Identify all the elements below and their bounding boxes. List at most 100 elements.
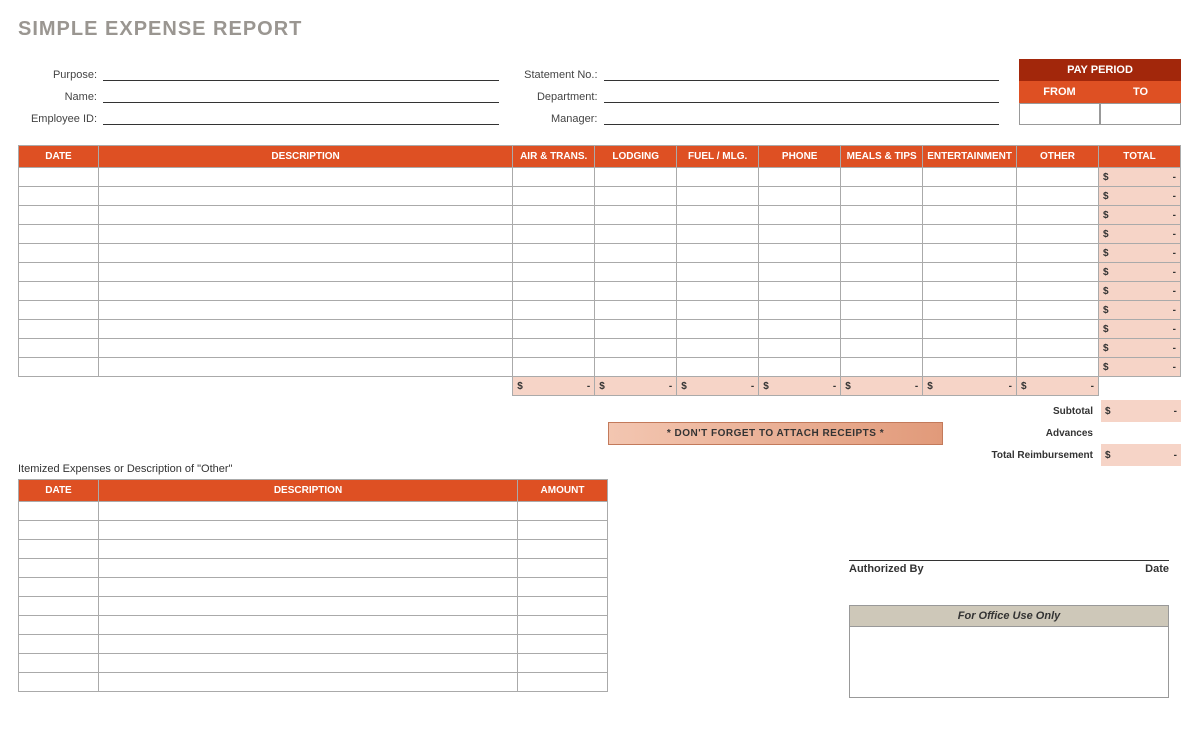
item-cell[interactable] <box>518 502 608 521</box>
item-cell[interactable] <box>19 502 99 521</box>
main-cell[interactable] <box>1017 339 1099 358</box>
main-cell[interactable] <box>759 358 841 377</box>
info-input-left-2[interactable] <box>103 109 499 125</box>
info-input-right-1[interactable] <box>604 87 1000 103</box>
main-cell[interactable] <box>595 320 677 339</box>
item-cell[interactable] <box>99 654 518 673</box>
main-cell[interactable] <box>841 225 923 244</box>
item-cell[interactable] <box>99 578 518 597</box>
main-cell[interactable] <box>19 282 99 301</box>
item-cell[interactable] <box>518 673 608 692</box>
main-cell[interactable] <box>923 263 1017 282</box>
main-cell[interactable] <box>595 206 677 225</box>
main-cell[interactable] <box>923 225 1017 244</box>
main-cell[interactable] <box>1017 282 1099 301</box>
main-cell[interactable] <box>19 358 99 377</box>
main-cell[interactable] <box>759 263 841 282</box>
main-cell[interactable] <box>513 225 595 244</box>
main-cell[interactable] <box>923 320 1017 339</box>
main-cell[interactable] <box>595 301 677 320</box>
main-cell[interactable] <box>759 168 841 187</box>
item-cell[interactable] <box>99 616 518 635</box>
main-cell[interactable] <box>841 301 923 320</box>
main-cell[interactable] <box>513 320 595 339</box>
main-cell[interactable] <box>1017 225 1099 244</box>
main-cell[interactable] <box>677 282 759 301</box>
main-cell[interactable] <box>759 282 841 301</box>
item-cell[interactable] <box>99 597 518 616</box>
main-cell[interactable] <box>841 358 923 377</box>
item-cell[interactable] <box>19 578 99 597</box>
item-cell[interactable] <box>518 597 608 616</box>
main-cell[interactable] <box>677 339 759 358</box>
main-cell[interactable] <box>841 320 923 339</box>
main-cell[interactable] <box>1017 244 1099 263</box>
main-cell[interactable] <box>595 339 677 358</box>
item-cell[interactable] <box>518 616 608 635</box>
main-cell[interactable] <box>1017 168 1099 187</box>
item-cell[interactable] <box>518 635 608 654</box>
main-cell[interactable] <box>923 206 1017 225</box>
main-cell[interactable] <box>923 168 1017 187</box>
main-cell[interactable] <box>759 225 841 244</box>
item-cell[interactable] <box>19 673 99 692</box>
main-cell[interactable] <box>595 263 677 282</box>
main-cell[interactable] <box>677 358 759 377</box>
main-cell[interactable] <box>513 263 595 282</box>
main-cell[interactable] <box>677 244 759 263</box>
main-cell[interactable] <box>677 206 759 225</box>
main-cell[interactable] <box>595 358 677 377</box>
item-cell[interactable] <box>99 673 518 692</box>
item-cell[interactable] <box>19 616 99 635</box>
item-cell[interactable] <box>518 578 608 597</box>
main-cell[interactable] <box>19 301 99 320</box>
info-input-left-0[interactable] <box>103 65 499 81</box>
main-cell[interactable] <box>1017 206 1099 225</box>
main-cell[interactable] <box>19 244 99 263</box>
info-input-left-1[interactable] <box>103 87 499 103</box>
main-cell[interactable] <box>99 187 513 206</box>
main-cell[interactable] <box>99 244 513 263</box>
item-cell[interactable] <box>99 559 518 578</box>
main-cell[interactable] <box>19 206 99 225</box>
main-cell[interactable] <box>99 358 513 377</box>
main-cell[interactable] <box>19 320 99 339</box>
main-cell[interactable] <box>99 282 513 301</box>
main-cell[interactable] <box>99 301 513 320</box>
main-cell[interactable] <box>923 301 1017 320</box>
main-cell[interactable] <box>513 244 595 263</box>
main-cell[interactable] <box>677 263 759 282</box>
info-input-right-0[interactable] <box>604 65 1000 81</box>
main-cell[interactable] <box>841 187 923 206</box>
main-cell[interactable] <box>759 206 841 225</box>
item-cell[interactable] <box>518 559 608 578</box>
main-cell[interactable] <box>677 225 759 244</box>
item-cell[interactable] <box>99 540 518 559</box>
item-cell[interactable] <box>19 654 99 673</box>
main-cell[interactable] <box>513 168 595 187</box>
item-cell[interactable] <box>19 635 99 654</box>
main-cell[interactable] <box>759 301 841 320</box>
main-cell[interactable] <box>99 263 513 282</box>
main-cell[interactable] <box>513 187 595 206</box>
main-cell[interactable] <box>19 339 99 358</box>
item-cell[interactable] <box>19 597 99 616</box>
item-cell[interactable] <box>99 502 518 521</box>
main-cell[interactable] <box>759 320 841 339</box>
item-cell[interactable] <box>518 654 608 673</box>
main-cell[interactable] <box>677 187 759 206</box>
item-cell[interactable] <box>19 521 99 540</box>
main-cell[interactable] <box>595 187 677 206</box>
main-cell[interactable] <box>923 339 1017 358</box>
main-cell[interactable] <box>841 263 923 282</box>
main-cell[interactable] <box>595 282 677 301</box>
main-cell[interactable] <box>1017 187 1099 206</box>
office-use-body[interactable] <box>850 627 1168 697</box>
main-cell[interactable] <box>759 187 841 206</box>
main-cell[interactable] <box>99 225 513 244</box>
main-cell[interactable] <box>595 225 677 244</box>
main-cell[interactable] <box>99 339 513 358</box>
main-cell[interactable] <box>19 187 99 206</box>
main-cell[interactable] <box>923 282 1017 301</box>
main-cell[interactable] <box>759 339 841 358</box>
